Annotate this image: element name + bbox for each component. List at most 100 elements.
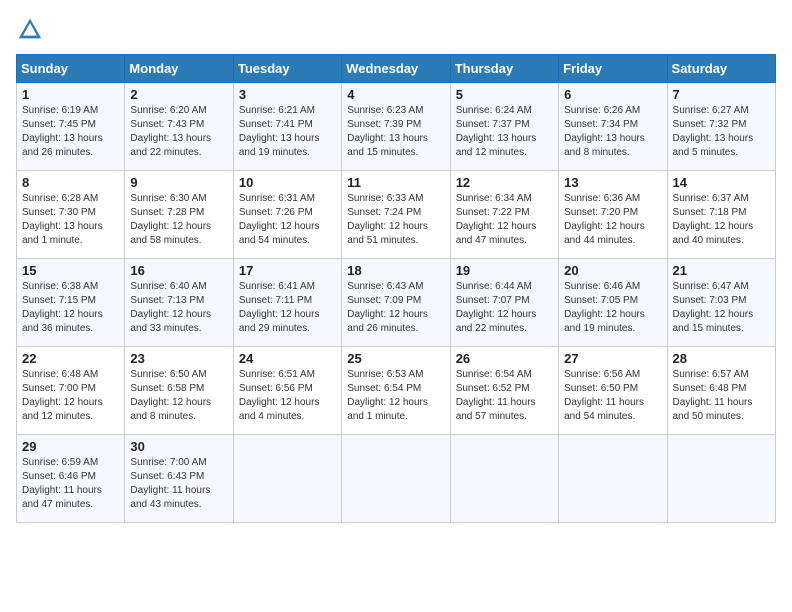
calendar-cell: 8Sunrise: 6:28 AM Sunset: 7:30 PM Daylig… — [17, 171, 125, 259]
day-info: Sunrise: 7:00 AM Sunset: 6:43 PM Dayligh… — [130, 456, 227, 512]
day-info: Sunrise: 6:40 AM Sunset: 7:13 PM Dayligh… — [130, 280, 227, 336]
day-info: Sunrise: 6:44 AM Sunset: 7:07 PM Dayligh… — [456, 280, 553, 336]
calendar-cell: 27 Sunrise: 6:56 AM Sunset: 6:50 PM Dayli… — [559, 347, 667, 435]
day-info: Sunrise: 6:20 AM Sunset: 7:43 PM Dayligh… — [130, 104, 227, 160]
day-info: Sunrise: 6:56 AM Sunset: 6:50 PM Dayligh… — [564, 368, 661, 424]
day-number: 18 — [347, 263, 444, 278]
day-info: Sunrise: 6:26 AM Sunset: 7:34 PM Dayligh… — [564, 104, 661, 160]
calendar-cell: 25Sunrise: 6:53 AM Sunset: 6:54 PM Dayli… — [342, 347, 450, 435]
header-thursday: Thursday — [450, 55, 558, 83]
day-number: 26 — [456, 351, 553, 366]
day-number: 2 — [130, 87, 227, 102]
day-info: Sunrise: 6:37 AM Sunset: 7:18 PM Dayligh… — [673, 192, 770, 248]
day-number: 12 — [456, 175, 553, 190]
calendar-cell: 18 Sunrise: 6:43 AM Sunset: 7:09 PM Dayli… — [342, 259, 450, 347]
calendar-week-1: 1 Sunrise: 6:19 AM Sunset: 7:45 PM Daylig… — [17, 83, 776, 171]
calendar-cell: 13 Sunrise: 6:36 AM Sunset: 7:20 PM Dayli… — [559, 171, 667, 259]
calendar-table: SundayMondayTuesdayWednesdayThursdayFrid… — [16, 54, 776, 523]
header-tuesday: Tuesday — [233, 55, 341, 83]
day-info: Sunrise: 6:50 AM Sunset: 6:58 PM Dayligh… — [130, 368, 227, 424]
calendar-cell — [233, 435, 341, 523]
day-number: 5 — [456, 87, 553, 102]
header-wednesday: Wednesday — [342, 55, 450, 83]
header-friday: Friday — [559, 55, 667, 83]
day-info: Sunrise: 6:51 AM Sunset: 6:56 PM Dayligh… — [239, 368, 336, 424]
calendar-week-4: 22Sunrise: 6:48 AM Sunset: 7:00 PM Dayli… — [17, 347, 776, 435]
day-info: Sunrise: 6:54 AM Sunset: 6:52 PM Dayligh… — [456, 368, 553, 424]
calendar-cell: 14 Sunrise: 6:37 AM Sunset: 7:18 PM Dayli… — [667, 171, 775, 259]
calendar-cell: 19Sunrise: 6:44 AM Sunset: 7:07 PM Dayli… — [450, 259, 558, 347]
calendar-header-row: SundayMondayTuesdayWednesdayThursdayFrid… — [17, 55, 776, 83]
day-number: 23 — [130, 351, 227, 366]
day-number: 24 — [239, 351, 336, 366]
day-number: 14 — [673, 175, 770, 190]
calendar-cell: 20 Sunrise: 6:46 AM Sunset: 7:05 PM Dayli… — [559, 259, 667, 347]
day-number: 13 — [564, 175, 661, 190]
day-info: Sunrise: 6:36 AM Sunset: 7:20 PM Dayligh… — [564, 192, 661, 248]
calendar-week-5: 29 Sunrise: 6:59 AM Sunset: 6:46 PM Dayli… — [17, 435, 776, 523]
day-info: Sunrise: 6:43 AM Sunset: 7:09 PM Dayligh… — [347, 280, 444, 336]
header-monday: Monday — [125, 55, 233, 83]
calendar-cell: 10 Sunrise: 6:31 AM Sunset: 7:26 PM Dayli… — [233, 171, 341, 259]
calendar-cell: 5 Sunrise: 6:24 AM Sunset: 7:37 PM Daylig… — [450, 83, 558, 171]
calendar-cell: 30 Sunrise: 7:00 AM Sunset: 6:43 PM Dayli… — [125, 435, 233, 523]
calendar-cell: 22Sunrise: 6:48 AM Sunset: 7:00 PM Dayli… — [17, 347, 125, 435]
day-info: Sunrise: 6:48 AM Sunset: 7:00 PM Dayligh… — [22, 368, 119, 424]
day-number: 16 — [130, 263, 227, 278]
day-number: 3 — [239, 87, 336, 102]
day-number: 25 — [347, 351, 444, 366]
logo — [16, 16, 48, 44]
day-number: 30 — [130, 439, 227, 454]
day-number: 9 — [130, 175, 227, 190]
day-number: 4 — [347, 87, 444, 102]
calendar-cell: 17Sunrise: 6:41 AM Sunset: 7:11 PM Dayli… — [233, 259, 341, 347]
calendar-cell: 26 Sunrise: 6:54 AM Sunset: 6:52 PM Dayli… — [450, 347, 558, 435]
day-info: Sunrise: 6:33 AM Sunset: 7:24 PM Dayligh… — [347, 192, 444, 248]
calendar-week-2: 8Sunrise: 6:28 AM Sunset: 7:30 PM Daylig… — [17, 171, 776, 259]
day-number: 17 — [239, 263, 336, 278]
day-info: Sunrise: 6:31 AM Sunset: 7:26 PM Dayligh… — [239, 192, 336, 248]
day-info: Sunrise: 6:38 AM Sunset: 7:15 PM Dayligh… — [22, 280, 119, 336]
day-number: 6 — [564, 87, 661, 102]
calendar-cell: 3 Sunrise: 6:21 AM Sunset: 7:41 PM Daylig… — [233, 83, 341, 171]
header-saturday: Saturday — [667, 55, 775, 83]
calendar-cell — [667, 435, 775, 523]
logo-icon — [16, 16, 44, 44]
calendar-cell: 16 Sunrise: 6:40 AM Sunset: 7:13 PM Dayli… — [125, 259, 233, 347]
calendar-cell: 24 Sunrise: 6:51 AM Sunset: 6:56 PM Dayli… — [233, 347, 341, 435]
calendar-cell: 15 Sunrise: 6:38 AM Sunset: 7:15 PM Dayli… — [17, 259, 125, 347]
day-number: 7 — [673, 87, 770, 102]
calendar-cell — [342, 435, 450, 523]
day-number: 20 — [564, 263, 661, 278]
day-info: Sunrise: 6:59 AM Sunset: 6:46 PM Dayligh… — [22, 456, 119, 512]
day-number: 10 — [239, 175, 336, 190]
day-info: Sunrise: 6:19 AM Sunset: 7:45 PM Dayligh… — [22, 104, 119, 160]
day-number: 21 — [673, 263, 770, 278]
day-info: Sunrise: 6:34 AM Sunset: 7:22 PM Dayligh… — [456, 192, 553, 248]
calendar-cell: 1 Sunrise: 6:19 AM Sunset: 7:45 PM Daylig… — [17, 83, 125, 171]
calendar-cell — [559, 435, 667, 523]
day-number: 28 — [673, 351, 770, 366]
day-number: 1 — [22, 87, 119, 102]
header-sunday: Sunday — [17, 55, 125, 83]
day-number: 15 — [22, 263, 119, 278]
day-info: Sunrise: 6:57 AM Sunset: 6:48 PM Dayligh… — [673, 368, 770, 424]
day-info: Sunrise: 6:46 AM Sunset: 7:05 PM Dayligh… — [564, 280, 661, 336]
day-number: 29 — [22, 439, 119, 454]
calendar-cell: 6 Sunrise: 6:26 AM Sunset: 7:34 PM Daylig… — [559, 83, 667, 171]
calendar-cell: 7Sunrise: 6:27 AM Sunset: 7:32 PM Daylig… — [667, 83, 775, 171]
calendar-cell: 2 Sunrise: 6:20 AM Sunset: 7:43 PM Daylig… — [125, 83, 233, 171]
day-info: Sunrise: 6:23 AM Sunset: 7:39 PM Dayligh… — [347, 104, 444, 160]
calendar-cell — [450, 435, 558, 523]
day-number: 27 — [564, 351, 661, 366]
calendar-cell: 11 Sunrise: 6:33 AM Sunset: 7:24 PM Dayli… — [342, 171, 450, 259]
page-header — [16, 16, 776, 44]
calendar-cell: 28 Sunrise: 6:57 AM Sunset: 6:48 PM Dayli… — [667, 347, 775, 435]
day-info: Sunrise: 6:30 AM Sunset: 7:28 PM Dayligh… — [130, 192, 227, 248]
day-number: 11 — [347, 175, 444, 190]
day-info: Sunrise: 6:21 AM Sunset: 7:41 PM Dayligh… — [239, 104, 336, 160]
day-info: Sunrise: 6:24 AM Sunset: 7:37 PM Dayligh… — [456, 104, 553, 160]
calendar-cell: 12 Sunrise: 6:34 AM Sunset: 7:22 PM Dayli… — [450, 171, 558, 259]
calendar-cell: 9 Sunrise: 6:30 AM Sunset: 7:28 PM Daylig… — [125, 171, 233, 259]
day-info: Sunrise: 6:47 AM Sunset: 7:03 PM Dayligh… — [673, 280, 770, 336]
